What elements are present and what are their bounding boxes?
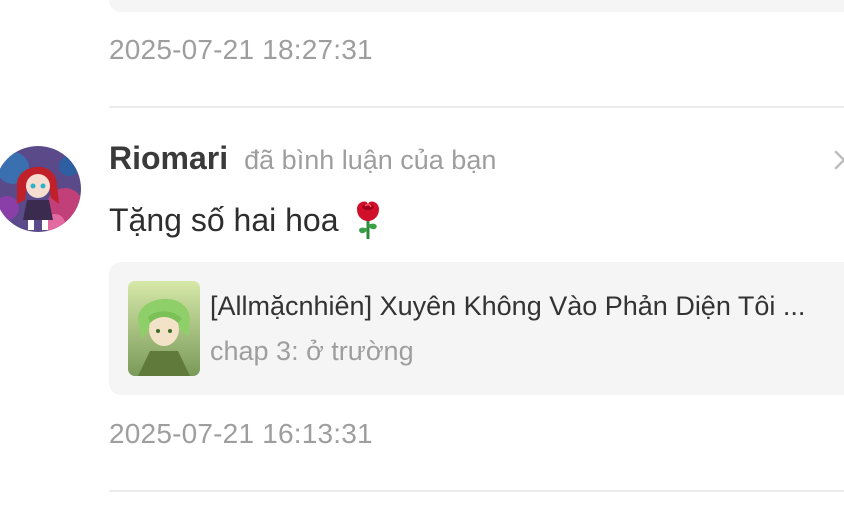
divider — [109, 490, 844, 492]
avatar[interactable] — [0, 146, 81, 232]
close-icon[interactable] — [832, 148, 844, 172]
divider — [109, 106, 844, 108]
story-card[interactable]: [Allmặcnhiên] Xuyên Không Vào Phản Diện … — [109, 262, 844, 395]
notification-timestamp: 2025-07-21 16:13:31 — [109, 418, 373, 449]
rose-icon — [351, 199, 385, 241]
story-cover — [128, 281, 200, 376]
notification-page: 2025-07-21 18:27:31 Riomari đã bình luận… — [0, 0, 844, 521]
previous-story-card[interactable] — [109, 0, 844, 12]
previous-timestamp: 2025-07-21 18:27:31 — [109, 34, 373, 65]
comment-text: Tặng số hai hoa — [109, 199, 385, 241]
story-title: [Allmặcnhiên] Xuyên Không Vào Phản Diện … — [210, 291, 806, 321]
notification-header: Riomari đã bình luận của bạn — [109, 140, 496, 184]
username[interactable]: Riomari — [109, 140, 228, 177]
story-chapter: chap 3: ở trường — [210, 336, 414, 366]
action-text: đã bình luận của bạn — [244, 145, 497, 175]
comment-body: Tặng số hai hoa — [109, 201, 339, 238]
